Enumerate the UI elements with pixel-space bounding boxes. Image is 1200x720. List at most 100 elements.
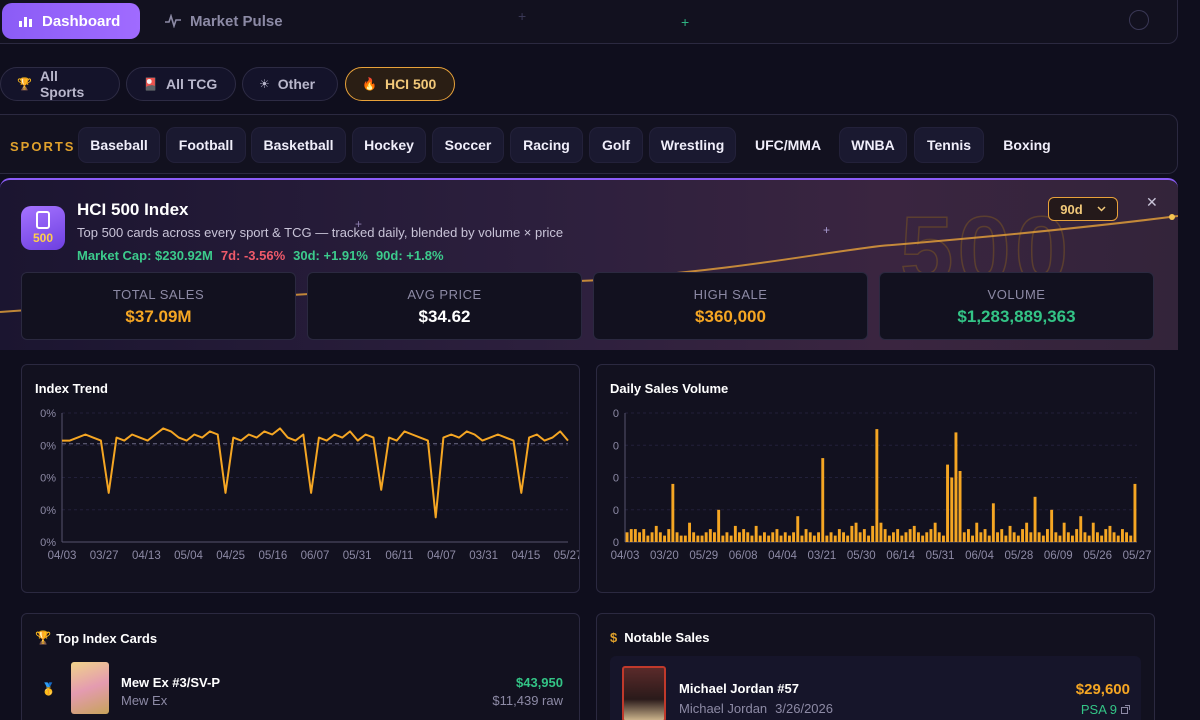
volume-bar	[758, 535, 762, 543]
settings-icon[interactable]	[1129, 10, 1149, 30]
range-select[interactable]: 90d	[1048, 197, 1118, 221]
volume-bar	[692, 532, 696, 542]
card-subtitle: Mew Ex	[121, 693, 168, 708]
category-hci-500[interactable]: 🔥 HCI 500	[345, 67, 455, 101]
sport-chip-wrestling[interactable]: Wrestling	[649, 127, 736, 163]
sport-chip-racing[interactable]: Racing	[510, 127, 583, 163]
panel-title: Top Index Cards	[56, 630, 158, 646]
volume-bar	[871, 525, 875, 542]
list-item[interactable]: Michael Jordan #57 Michael Jordan 3/26/2…	[610, 656, 1141, 720]
hci-500-badge-icon: 500	[21, 206, 65, 250]
volume-bar	[663, 535, 666, 543]
volume-bar	[746, 532, 750, 542]
sale-grade-link[interactable]: PSA 9	[1081, 702, 1130, 717]
volume-bar	[1091, 522, 1095, 542]
dashboard-tab[interactable]: Dashboard	[2, 3, 140, 39]
volume-bar	[892, 532, 895, 542]
volume-bar	[896, 529, 900, 542]
market-pulse-tab[interactable]: Market Pulse	[148, 3, 299, 39]
volume-x-tick-label: 06/04	[965, 550, 994, 562]
volume-bar	[1033, 496, 1037, 542]
sport-chip-tennis[interactable]: Tennis	[914, 127, 984, 163]
volume-bar	[908, 529, 912, 542]
volume-bar	[987, 535, 991, 543]
volume-bar	[1071, 535, 1074, 543]
volume-bar	[850, 525, 854, 542]
category-other[interactable]: ☀ Other	[242, 67, 338, 101]
volume-bar	[833, 535, 837, 543]
sport-chip-soccer[interactable]: Soccer	[432, 127, 504, 163]
volume-x-tick-label: 06/14	[886, 550, 915, 562]
volume-bar	[725, 532, 729, 542]
svg-text:+: +	[823, 223, 830, 237]
volume-bar	[842, 532, 845, 542]
sport-chip-hockey[interactable]: Hockey	[352, 127, 426, 163]
medal-icon: 🥇	[41, 682, 56, 696]
sport-chip-basketball[interactable]: Basketball	[251, 127, 346, 163]
panel-header: 🏆 Top Index Cards	[35, 630, 157, 646]
trend-x-tick-label: 05/27	[554, 550, 579, 562]
sport-chip-wnba[interactable]: WNBA	[839, 127, 907, 163]
volume-bar	[1125, 532, 1128, 542]
category-all-sports[interactable]: 🏆 All Sports	[0, 67, 120, 101]
category-all-tcg[interactable]: 🎴 All TCG	[126, 67, 236, 101]
card-thumbnail	[71, 662, 109, 714]
trend-x-tick-label: 03/27	[90, 550, 119, 562]
volume-bar	[1046, 529, 1049, 542]
volume-bar	[921, 535, 925, 543]
volume-bar	[825, 535, 829, 543]
volume-bar	[1012, 532, 1016, 542]
volume-bar	[829, 532, 833, 542]
volume-bar	[996, 532, 999, 542]
volume-bar	[808, 532, 812, 542]
sports-label: SPORTS	[10, 139, 76, 154]
volume-bar	[721, 535, 725, 543]
volume-bar	[763, 532, 766, 542]
trophy-icon: 🏆	[35, 630, 52, 645]
volume-bar	[671, 483, 675, 542]
close-icon[interactable]: ✕	[1146, 194, 1158, 211]
trend-x-tick-label: 05/04	[174, 550, 203, 562]
pulse-icon	[165, 14, 181, 28]
daily-volume-panel: Daily Sales Volume 0 0 0 0 0 04/03 03/20 05/29 0…	[596, 364, 1155, 593]
card-raw-price: $11,439 raw	[492, 693, 563, 708]
trend-x-tick-label: 04/07	[427, 550, 456, 562]
daily-volume-chart: 0000004/03 03/20 05/29 06/08 04/04 03/21 05/30…	[611, 408, 1152, 562]
volume-bar	[858, 532, 862, 542]
stat-card-high-sale: HIGH SALE $360,000	[593, 272, 868, 340]
card-name: Mew Ex #3/SV-P	[121, 675, 220, 690]
volume-bar	[713, 532, 716, 542]
volume-bar	[958, 471, 962, 542]
stat-value: $37.09M	[125, 307, 192, 326]
sport-chip-golf[interactable]: Golf	[589, 127, 643, 163]
sport-chip-baseball[interactable]: Baseball	[78, 127, 160, 163]
volume-bar	[883, 529, 887, 542]
range-value: 90d	[1060, 201, 1083, 217]
volume-bar	[1133, 483, 1137, 542]
volume-y-tick-label: 0	[613, 408, 619, 420]
top-nav: Dashboard Market Pulse + +	[0, 0, 1178, 44]
volume-bar	[1096, 532, 1099, 542]
volume-bar	[1087, 535, 1091, 543]
volume-bar	[837, 529, 841, 542]
volume-bar	[779, 535, 783, 543]
index-trend-line	[62, 427, 569, 519]
trend-x-tick-label: 04/03	[48, 550, 77, 562]
trend-x-tick-label: 06/07	[301, 550, 330, 562]
volume-bar	[862, 529, 866, 542]
volume-bar	[1008, 525, 1012, 542]
stat-card-avg-price: AVG PRICE $34.62	[307, 272, 582, 340]
volume-x-tick-label: 03/20	[650, 550, 679, 562]
change-90d: 90d: +1.8%	[375, 248, 444, 263]
sport-chip-boxing[interactable]: Boxing	[990, 127, 1064, 163]
sports-filter-bar: SPORTS Baseball Football Basketball Hock…	[0, 114, 1178, 174]
list-item[interactable]: 🥇 Mew Ex #3/SV-P Mew Ex $43,950 $11,439 …	[22, 658, 579, 718]
volume-bar	[971, 535, 974, 543]
volume-bar	[1100, 535, 1104, 543]
volume-bar	[846, 535, 850, 543]
sport-chip-ufc-mma[interactable]: UFC/MMA	[742, 127, 834, 163]
sport-chip-football[interactable]: Football	[166, 127, 246, 163]
trend-y-tick-label: 0%	[40, 440, 56, 452]
volume-bar	[800, 535, 804, 543]
volume-bar	[646, 535, 650, 543]
